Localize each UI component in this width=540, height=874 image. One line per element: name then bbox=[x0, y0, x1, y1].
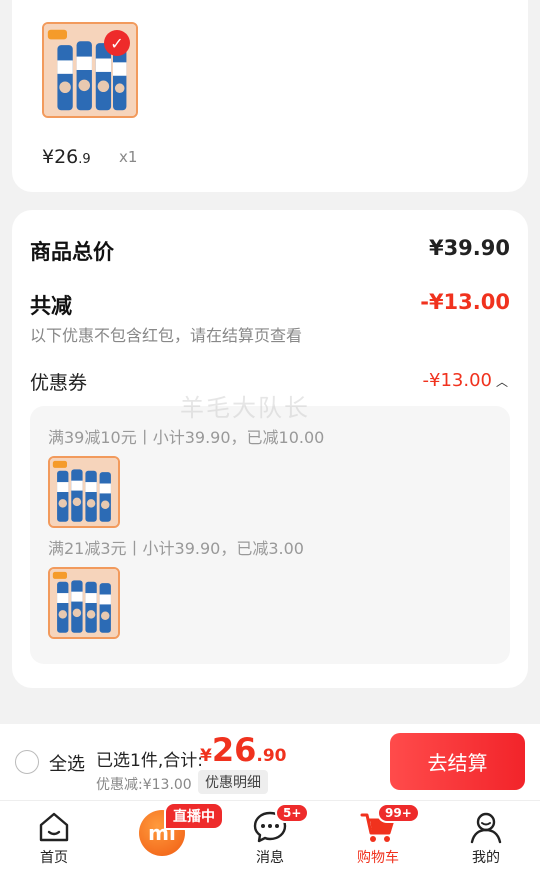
checkout-button[interactable]: 去结算 bbox=[390, 733, 525, 790]
message-count-badge: 5+ bbox=[275, 803, 310, 823]
item-quantity: x1 bbox=[119, 148, 138, 166]
goods-total-label: 商品总价 bbox=[30, 240, 114, 264]
select-all-label[interactable]: 全选 bbox=[49, 750, 85, 776]
selected-info: 已选1件,合计: bbox=[96, 751, 203, 771]
chevron-up-icon: ︿ bbox=[495, 375, 508, 389]
goods-total-value: ¥39.90 bbox=[428, 236, 510, 260]
tab-profile[interactable]: 我的 bbox=[441, 801, 531, 874]
discount-detail-button[interactable]: 优惠明细 bbox=[198, 770, 268, 794]
cart-item-card: ✓ ¥26.9 x1 bbox=[12, 0, 528, 192]
cart-count-badge: 99+ bbox=[377, 803, 420, 823]
home-icon bbox=[39, 812, 69, 842]
product-thumbnail[interactable] bbox=[48, 456, 120, 528]
check-icon[interactable]: ✓ bbox=[104, 30, 130, 56]
discount-note: 以下优惠不包含红包，请在结算页查看 bbox=[30, 326, 303, 345]
profile-icon bbox=[470, 812, 502, 844]
select-all-radio[interactable] bbox=[15, 750, 39, 774]
tab-label: 购物车 bbox=[357, 850, 399, 866]
product-thumbnail[interactable] bbox=[48, 567, 120, 639]
checkout-bar: 全选 已选1件,合计: ¥26.90 优惠减:¥13.00 优惠明细 去结算 bbox=[0, 724, 540, 800]
discount-label: 共减 bbox=[30, 294, 72, 318]
coupon-rule: 满39减10元丨小计39.90，已减10.00 bbox=[48, 428, 325, 447]
live-badge: 直播中 bbox=[164, 802, 224, 830]
tab-bar: 首页 消息 5+ 购物车 99+ 我的 bbox=[0, 800, 540, 874]
coupon-detail-box: 满39减10元丨小计39.90，已减10.00 满21减3元丨小计39.90，已… bbox=[30, 406, 510, 664]
watermark: 羊毛大队长 bbox=[180, 394, 310, 422]
product-thumbnail[interactable]: ✓ bbox=[42, 22, 138, 118]
tab-label: 我的 bbox=[472, 850, 500, 866]
discount-value: -¥13.00 bbox=[420, 290, 510, 314]
tab-label: 首页 bbox=[40, 850, 68, 866]
tab-home[interactable]: 首页 bbox=[9, 801, 99, 874]
product-bottles-image bbox=[50, 458, 118, 526]
discount-amount: 优惠减:¥13.00 bbox=[96, 777, 192, 793]
product-bottles-image bbox=[50, 569, 118, 637]
coupon-label: 优惠券 bbox=[30, 372, 88, 394]
tab-label: 消息 bbox=[256, 850, 284, 866]
item-price: ¥26.9 bbox=[42, 146, 91, 168]
coupon-toggle[interactable]: -¥13.00 ︿ bbox=[423, 370, 509, 391]
tab-cart[interactable]: 购物车 99+ bbox=[333, 801, 423, 874]
total-price: ¥26.90 bbox=[200, 731, 287, 769]
tab-messages[interactable]: 消息 5+ bbox=[225, 801, 315, 874]
price-summary-card: 商品总价 ¥39.90 共减 -¥13.00 以下优惠不包含红包，请在结算页查看… bbox=[12, 210, 528, 688]
coupon-rule: 满21减3元丨小计39.90，已减3.00 bbox=[48, 539, 304, 558]
